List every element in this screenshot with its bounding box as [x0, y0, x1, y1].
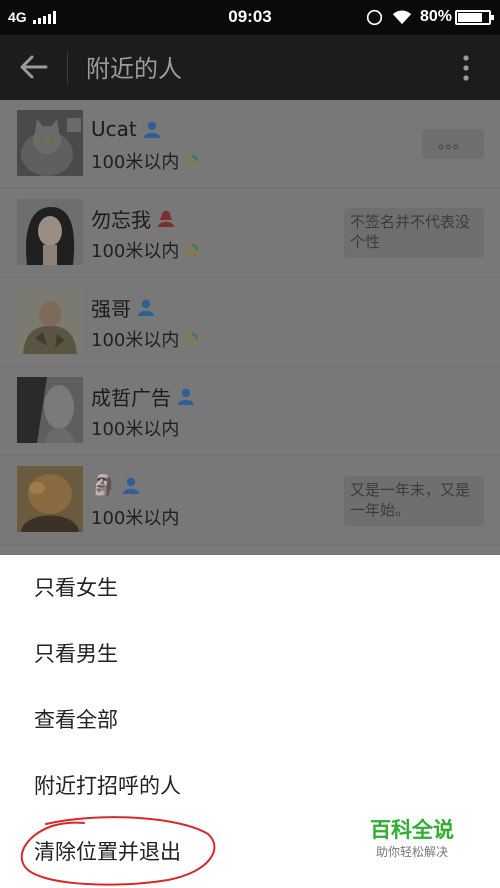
watermark-title: 百科全说	[370, 818, 454, 842]
menu-item-label: 只看男生	[34, 642, 118, 666]
list-item[interactable]: 强哥 100米以内	[0, 278, 500, 367]
menu-item-nearby-greetings[interactable]: 附近打招呼的人	[0, 753, 500, 819]
status-bar: 4G 09:03 80%	[0, 0, 500, 35]
avatar[interactable]	[17, 466, 83, 532]
list-item[interactable]: 🗿 100米以内 又是一年末，又是一年始。	[0, 456, 500, 545]
battery-percent: 80%	[420, 8, 453, 25]
watermark-subtitle: 助你轻松解决	[375, 845, 448, 859]
list-item[interactable]: 成哲广告 100米以内	[0, 367, 500, 456]
menu-item-label: 只看女生	[34, 576, 118, 600]
signature-bubble: 不签名并不代表没个性	[344, 208, 484, 258]
male-icon	[143, 121, 160, 138]
titlebar-divider	[67, 52, 68, 84]
male-icon	[178, 388, 194, 405]
titlebar: 附近的人	[0, 35, 500, 100]
moments-icon	[186, 244, 199, 256]
more-vertical-icon[interactable]	[456, 53, 476, 83]
menu-item-label: 查看全部	[34, 708, 118, 732]
distance-label: 100米以内	[91, 241, 180, 262]
distance-label: 100米以内	[91, 330, 180, 351]
person-name: 🗿	[91, 473, 116, 497]
list-item[interactable]: Ucat 100米以内 。。。	[0, 100, 500, 189]
avatar[interactable]	[17, 199, 83, 265]
people-list: Ucat 100米以内 。。。 勿忘我 100米以内 不签名并不代表没个性 强哥…	[0, 100, 500, 555]
distance-label: 100米以内	[91, 419, 180, 440]
distance-label: 100米以内	[91, 508, 180, 529]
avatar[interactable]	[17, 110, 83, 176]
menu-item-label: 附近打招呼的人	[34, 774, 181, 798]
moments-icon	[186, 333, 199, 345]
watermark-logo: 百科全说 助你轻松解决	[362, 814, 462, 860]
avatar[interactable]	[17, 377, 83, 443]
person-name: Ucat	[91, 117, 137, 141]
menu-item-females-only[interactable]: 只看女生	[0, 555, 500, 621]
page-title: 附近的人	[86, 55, 182, 83]
menu-item-label: 清除位置并退出	[34, 840, 181, 864]
menu-item-view-all[interactable]: 查看全部	[0, 687, 500, 753]
list-item[interactable]: 勿忘我 100米以内 不签名并不代表没个性	[0, 189, 500, 278]
male-icon	[122, 477, 139, 494]
signature-bubble: 又是一年末，又是一年始。	[344, 476, 484, 526]
battery-level	[458, 13, 482, 22]
female-icon	[158, 210, 174, 227]
battery-icon	[455, 10, 494, 25]
wifi-icon	[392, 10, 412, 25]
back-arrow-icon[interactable]	[18, 54, 48, 80]
avatar[interactable]	[17, 288, 83, 354]
menu-item-males-only[interactable]: 只看男生	[0, 621, 500, 687]
person-name: 勿忘我	[91, 207, 151, 232]
person-name: 成哲广告	[91, 385, 171, 410]
person-name: 强哥	[91, 296, 131, 321]
moments-icon	[186, 155, 199, 167]
signature-bubble: 。。。	[422, 129, 484, 159]
distance-label: 100米以内	[91, 152, 180, 173]
male-icon	[138, 299, 154, 316]
do-not-disturb-icon	[366, 9, 383, 26]
